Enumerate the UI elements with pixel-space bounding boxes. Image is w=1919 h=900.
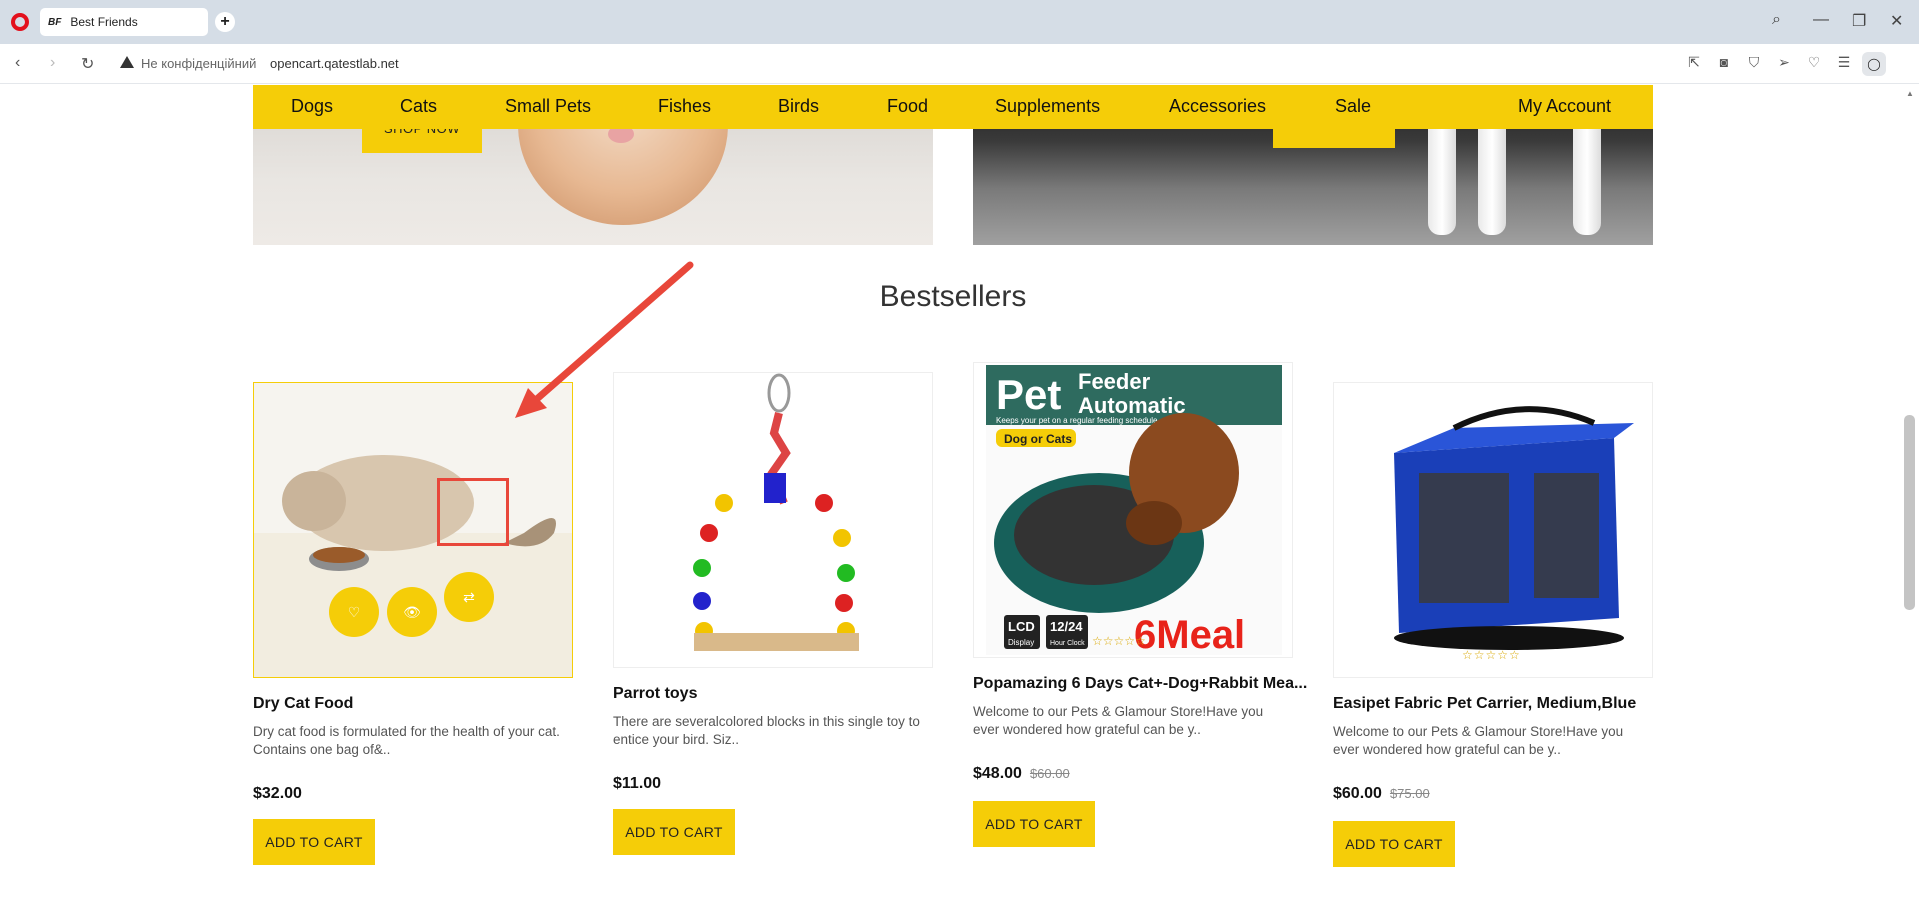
compare-button[interactable]: ⇄ xyxy=(444,572,494,622)
camera-icon[interactable]: ◙ xyxy=(1715,54,1733,70)
tab-title: Best Friends xyxy=(70,15,138,29)
add-to-cart-button[interactable]: ADD TO CART xyxy=(613,809,735,855)
price-current: $60.00 xyxy=(1333,785,1382,802)
minimize-icon[interactable]: — xyxy=(1813,11,1829,29)
nav-item-sale[interactable]: Sale xyxy=(1335,96,1371,117)
forward-icon[interactable]: › xyxy=(50,54,55,72)
star-rating: ☆☆☆☆☆ xyxy=(1462,648,1521,662)
product-description: Welcome to our Pets & Glamour Store!Have… xyxy=(973,704,1264,737)
add-to-cart-button[interactable]: ADD TO CART xyxy=(253,819,375,865)
eye-icon: 👁 xyxy=(403,604,421,620)
product-name[interactable]: Dry Cat Food xyxy=(253,695,353,713)
product-price: $60.00 $75.00 xyxy=(1333,785,1430,803)
feeder-clock-sub: Hour Clock xyxy=(1050,640,1085,647)
nav-item-fishes[interactable]: Fishes xyxy=(658,96,711,117)
scroll-thumb[interactable] xyxy=(1904,415,1915,610)
product-image[interactable] xyxy=(613,372,933,668)
tab-favicon: BF xyxy=(48,16,62,28)
product-price: $11.00 xyxy=(613,775,661,793)
new-tab-button[interactable]: + xyxy=(215,12,235,32)
nav-item-my-account[interactable]: My Account xyxy=(1518,96,1611,117)
back-icon[interactable]: ‹ xyxy=(15,54,20,72)
nav-item-dogs[interactable]: Dogs xyxy=(291,96,333,117)
search-icon[interactable]: ⌕ xyxy=(1772,11,1781,29)
price-old: $60.00 xyxy=(1029,766,1070,781)
nav-item-accessories[interactable]: Accessories xyxy=(1169,96,1266,117)
nav-item-small-pets[interactable]: Small Pets xyxy=(505,96,591,117)
star-rating: ☆☆☆☆☆ xyxy=(1092,634,1146,648)
nav-item-food[interactable]: Food xyxy=(887,96,928,117)
profile-icon[interactable]: ◯ xyxy=(1862,52,1886,76)
restore-icon[interactable]: ❐ xyxy=(1852,11,1866,31)
feeder-badge: Dog or Cats xyxy=(1004,432,1072,446)
product-price: $32.00 xyxy=(253,785,302,803)
feeder-lcd-sub: Display xyxy=(1008,638,1034,647)
reload-icon[interactable]: ↻ xyxy=(81,54,94,74)
feeder-title-automatic: Automatic xyxy=(1078,393,1186,418)
close-icon[interactable]: ✕ xyxy=(1890,11,1903,31)
heart-icon: ♡ xyxy=(347,604,361,620)
product-price: $48.00 $60.00 xyxy=(973,765,1070,783)
warning-icon[interactable] xyxy=(120,56,134,68)
parrot-toy-image xyxy=(693,373,859,651)
menu-icon[interactable]: ☰ xyxy=(1835,54,1853,71)
shield-icon[interactable]: ⛉ xyxy=(1745,54,1763,71)
price-current: $48.00 xyxy=(973,765,1022,782)
product-image[interactable]: Pet Feeder Automatic Keeps your pet on a… xyxy=(973,362,1293,658)
quick-view-button[interactable]: 👁 xyxy=(387,587,437,637)
price-old: $75.00 xyxy=(1389,786,1430,801)
feeder-title-pet: Pet xyxy=(996,371,1061,418)
url-field[interactable]: opencart.qatestlab.net xyxy=(270,56,399,71)
product-name[interactable]: Easipet Fabric Pet Carrier, Medium,Blue xyxy=(1333,695,1636,713)
opera-logo-icon[interactable] xyxy=(11,13,29,31)
feeder-tagline: Keeps your pet on a regular feeding sche… xyxy=(996,416,1158,425)
feeder-title-feeder: Feeder xyxy=(1078,369,1151,394)
pet-feeder-image: Pet Feeder Automatic Keeps your pet on a… xyxy=(986,365,1282,657)
product-image[interactable]: ☆☆☆☆☆ xyxy=(1333,382,1653,678)
feeder-clock: 12/24 xyxy=(1050,619,1083,634)
feeder-meal: 6Meal xyxy=(1134,613,1245,657)
page-scrollbar[interactable]: ▲ xyxy=(1900,85,1919,900)
price-current: $32.00 xyxy=(253,785,302,802)
send-icon[interactable]: ➢ xyxy=(1775,54,1793,71)
nav-item-supplements[interactable]: Supplements xyxy=(995,96,1100,117)
section-title: Bestsellers xyxy=(879,280,1027,313)
nav-item-cats[interactable]: Cats xyxy=(400,96,437,117)
page-content: SHOP NOW Dogs Cats Small Pets Fishes Bir… xyxy=(0,85,1900,900)
heart-icon[interactable]: ♡ xyxy=(1805,54,1823,71)
wishlist-button[interactable]: ♡ xyxy=(329,587,379,637)
product-description: Welcome to our Pets & Glamour Store!Have… xyxy=(1333,724,1624,757)
share-icon[interactable]: ⇱ xyxy=(1685,54,1703,71)
security-label[interactable]: Не конфіденційний xyxy=(141,56,256,71)
product-description: Dry cat food is formulated for the healt… xyxy=(253,724,560,757)
add-to-cart-button[interactable]: ADD TO CART xyxy=(1333,821,1455,867)
nav-item-birds[interactable]: Birds xyxy=(778,96,819,117)
main-navigation: Dogs Cats Small Pets Fishes Birds Food S… xyxy=(253,85,1653,129)
product-name[interactable]: Popamazing 6 Days Cat+-Dog+Rabbit Mea... xyxy=(973,675,1307,693)
compare-icon: ⇄ xyxy=(463,589,475,605)
scroll-up-icon[interactable]: ▲ xyxy=(1906,89,1914,98)
product-name[interactable]: Parrot toys xyxy=(613,685,697,703)
browser-tab[interactable]: BF Best Friends xyxy=(40,8,208,36)
feeder-lcd: LCD xyxy=(1008,619,1035,634)
product-description: There are severalcolored blocks in this … xyxy=(613,714,920,747)
annotation-highlight-box xyxy=(437,478,509,546)
pet-carrier-image xyxy=(1394,406,1634,650)
add-to-cart-button[interactable]: ADD TO CART xyxy=(973,801,1095,847)
price-current: $11.00 xyxy=(613,775,662,792)
browser-tab-bar: BF Best Friends + ⌕ — ❐ ✕ xyxy=(0,0,1919,44)
address-bar: ‹ › ↻ Не конфіденційний opencart.qatestl… xyxy=(0,44,1919,116)
